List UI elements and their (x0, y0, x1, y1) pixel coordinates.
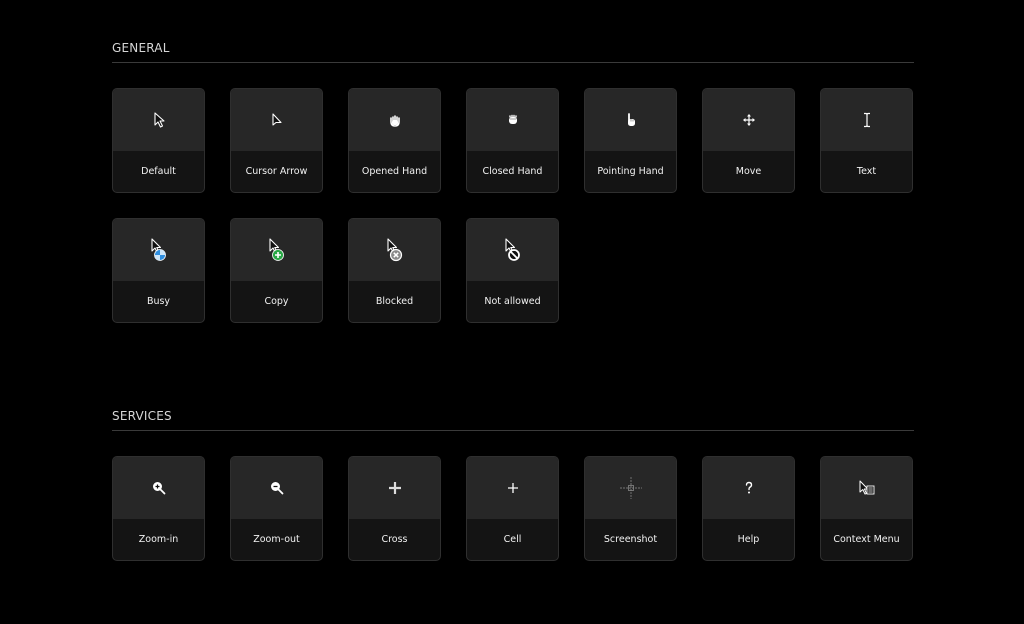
cursor-card-label: Move (735, 166, 762, 177)
cursor-card-opened-hand[interactable]: Opened Hand (348, 88, 441, 193)
cursor-card-label: Opened Hand (361, 166, 428, 177)
cursor-card-label: Cursor Arrow (245, 166, 308, 177)
move-icon (742, 114, 755, 126)
cursor-card-label: Blocked (375, 296, 414, 307)
cursor-card-cross[interactable]: Cross (348, 456, 441, 561)
cursor-card-label: Help (737, 534, 760, 545)
screenshot-icon (619, 477, 642, 499)
context-menu-icon (859, 480, 874, 495)
cursor-card-screenshot[interactable]: Screenshot (584, 456, 677, 561)
cursor-card-label: Screenshot (603, 534, 658, 545)
cursor-card-cursor-arrow[interactable]: Cursor Arrow (230, 88, 323, 193)
cursor-card-zoom-out[interactable]: Zoom-out (230, 456, 323, 561)
cursor-card-label: Copy (264, 296, 289, 307)
not-allowed-icon (504, 238, 520, 261)
copy-icon (268, 238, 284, 261)
cursor-card-closed-hand[interactable]: Closed Hand (466, 88, 559, 193)
cursor-card-zoom-in[interactable]: Zoom-in (112, 456, 205, 561)
cursor-card-label: Closed Hand (482, 166, 543, 177)
cursor-card-default[interactable]: Default (112, 88, 205, 193)
cursor-card-label: Context Menu (833, 534, 900, 545)
cell-icon (507, 483, 518, 493)
cursor-card-pointing-hand[interactable]: Pointing Hand (584, 88, 677, 193)
cross-icon (388, 482, 401, 494)
general-section: GENERAL Default Cursor Arrow Opened Hand… (112, 40, 914, 323)
cursor-card-label: Default (141, 166, 176, 177)
default-arrow-icon (153, 112, 165, 128)
closed-hand-icon (508, 114, 517, 124)
cursor-card-text[interactable]: Text (820, 88, 913, 193)
cursor-card-label: Cell (503, 534, 522, 545)
help-icon (745, 481, 752, 494)
services-section-title: SERVICES (112, 408, 914, 431)
cursor-card-blocked[interactable]: Blocked (348, 218, 441, 323)
cursor-card-context-menu[interactable]: Context Menu (820, 456, 913, 561)
zoom-out-icon (270, 482, 283, 495)
cursor-card-not-allowed[interactable]: Not allowed (466, 218, 559, 323)
services-grid: Zoom-in Zoom-out Cross Cell Screenshot H… (112, 456, 914, 561)
text-ibeam-icon (863, 112, 870, 128)
cursor-card-copy[interactable]: Copy (230, 218, 323, 323)
cursor-arrow-icon (271, 113, 282, 126)
cursor-card-label: Pointing Hand (597, 166, 664, 177)
busy-icon (150, 238, 166, 261)
general-grid: Default Cursor Arrow Opened Hand Closed … (112, 88, 914, 323)
opened-hand-icon (389, 115, 400, 127)
cursor-card-cell[interactable]: Cell (466, 456, 559, 561)
cursor-card-move[interactable]: Move (702, 88, 795, 193)
cursor-card-label: Not allowed (484, 296, 541, 307)
cursor-card-label: Text (856, 166, 877, 177)
cursor-card-label: Cross (381, 534, 408, 545)
pointing-hand-icon (627, 113, 635, 126)
cursor-card-label: Zoom-out (253, 534, 300, 545)
cursor-card-help[interactable]: Help (702, 456, 795, 561)
cursor-card-label: Zoom-in (138, 534, 179, 545)
zoom-in-icon (152, 482, 165, 495)
general-section-title: GENERAL (112, 40, 914, 63)
cursor-gallery-page: GENERAL Default Cursor Arrow Opened Hand… (0, 0, 1024, 624)
services-section: SERVICES Zoom-in Zoom-out Cross Cell Scr… (112, 408, 914, 561)
cursor-card-label: Busy (146, 296, 171, 307)
blocked-icon (386, 238, 402, 262)
cursor-card-busy[interactable]: Busy (112, 218, 205, 323)
